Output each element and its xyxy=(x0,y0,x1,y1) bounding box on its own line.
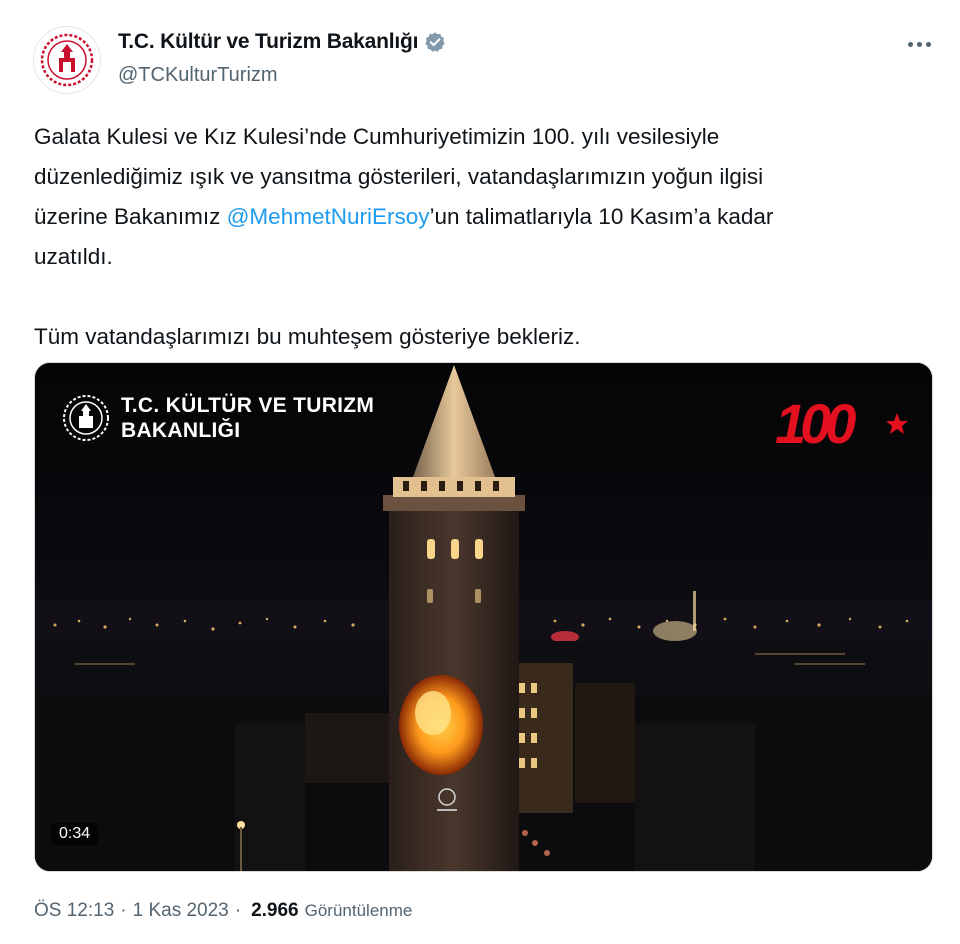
crescent-star-icon xyxy=(886,413,908,434)
tweet-text-fragment: üzerine Bakanımız xyxy=(34,204,227,229)
tweet-text-line: Galata Kulesi ve Kız Kulesi’nde Cumhuriy… xyxy=(34,124,720,149)
centennial-number: 100 xyxy=(775,392,856,455)
ministry-seal-icon xyxy=(40,33,94,87)
tweet-date[interactable]: 1 Kas 2023 xyxy=(133,900,229,922)
ministry-seal-icon xyxy=(63,395,109,441)
verified-badge-icon xyxy=(425,32,445,52)
tweet-text: Galata Kulesi ve Kız Kulesi’nde Cumhuriy… xyxy=(34,117,934,357)
tweet-card: T.C. Kültür ve Turizm Bakanlığı @TCKultu… xyxy=(0,0,960,944)
views-label: Görüntülenme xyxy=(304,901,413,920)
avatar[interactable] xyxy=(33,26,101,94)
overlay-title-line: BAKANLIĞI xyxy=(121,419,241,442)
tweet-text-fragment: ’un talimatlarıyla 10 Kasım’a kadar xyxy=(429,204,774,229)
tweet-text-line: Tüm vatandaşlarımızı bu muhteşem gösteri… xyxy=(34,324,581,349)
mention-link[interactable]: @MehmetNuriErsoy xyxy=(227,204,430,229)
display-name[interactable]: T.C. Kültür ve Turizm Bakanlığı xyxy=(118,30,418,54)
tweet-time[interactable]: ÖS 12:13 xyxy=(34,900,114,922)
more-options-button[interactable] xyxy=(902,32,936,56)
more-dot-icon xyxy=(925,41,931,47)
video-overlay-title: T.C. KÜLTÜR VE TURIZM BAKANLIĞI xyxy=(121,393,374,443)
centennial-badge: 100 xyxy=(775,392,908,455)
overlay-title-line: T.C. KÜLTÜR VE TURIZM xyxy=(121,394,375,417)
video-duration: 0:34 xyxy=(51,823,99,845)
more-dot-icon xyxy=(916,41,922,47)
display-name-row: T.C. Kültür ve Turizm Bakanlığı xyxy=(118,30,446,54)
meta-separator: · xyxy=(234,900,242,921)
more-dot-icon xyxy=(907,41,913,47)
video-player[interactable]: T.C. KÜLTÜR VE TURIZM BAKANLIĞI 100 0:34 xyxy=(34,362,933,872)
account-handle[interactable]: @TCKulturTurizm xyxy=(118,64,278,87)
tweet-text-line: düzenlediğimiz ışık ve yansıtma gösteril… xyxy=(34,164,764,189)
video-overlay-logo: T.C. KÜLTÜR VE TURIZM BAKANLIĞI xyxy=(61,393,374,443)
tweet-text-line: uzatıldı. xyxy=(34,244,113,269)
tweet-text-line: üzerine Bakanımız @MehmetNuriErsoy’un ta… xyxy=(34,197,934,237)
views-count[interactable]: 2.966 xyxy=(251,900,299,922)
tweet-metadata: ÖS 12:13 · 1 Kas 2023 · 2.966 Görüntülen… xyxy=(34,900,412,922)
meta-separator: · xyxy=(120,900,127,921)
